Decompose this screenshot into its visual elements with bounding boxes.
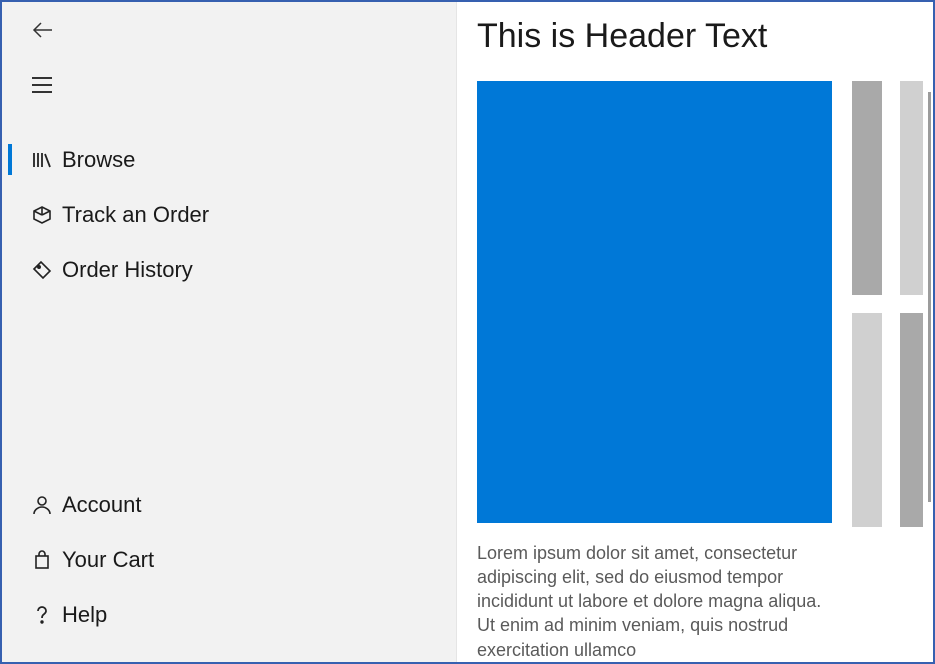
titlebar	[2, 2, 456, 57]
thumbnail-strip	[852, 81, 923, 662]
back-button[interactable]	[22, 10, 62, 50]
nav-items-bottom: Account Your Cart Help	[2, 477, 456, 662]
page-title: This is Header Text	[477, 17, 923, 56]
hamburger-row	[2, 57, 456, 112]
tag-icon	[22, 259, 62, 281]
hero-image-placeholder	[477, 81, 832, 523]
nav-items-top: Browse Track an Order Order History	[2, 112, 456, 477]
thumbnail-placeholder[interactable]	[852, 81, 882, 295]
nav-item-label: Browse	[62, 147, 135, 173]
thumbnail-placeholder[interactable]	[852, 313, 882, 527]
help-icon	[22, 604, 62, 626]
cart-icon	[22, 549, 62, 571]
nav-item-cart[interactable]: Your Cart	[2, 532, 456, 587]
main-column: Lorem ipsum dolor sit amet, consectetur …	[477, 81, 832, 662]
nav-item-order-history[interactable]: Order History	[2, 242, 456, 297]
nav-item-label: Account	[62, 492, 142, 518]
package-icon	[22, 204, 62, 226]
nav-item-label: Your Cart	[62, 547, 154, 573]
navigation-pane: Browse Track an Order Order History	[2, 2, 457, 662]
thumbnail-row	[852, 81, 923, 295]
back-arrow-icon	[30, 18, 54, 42]
thumbnail-row	[852, 313, 923, 527]
content-area: Lorem ipsum dolor sit amet, consectetur …	[477, 81, 923, 662]
scrollbar[interactable]	[928, 92, 931, 502]
nav-item-account[interactable]: Account	[2, 477, 456, 532]
body-text: Lorem ipsum dolor sit amet, consectetur …	[477, 541, 832, 662]
nav-item-help[interactable]: Help	[2, 587, 456, 642]
nav-item-label: Help	[62, 602, 107, 628]
nav-item-label: Track an Order	[62, 202, 209, 228]
thumbnail-placeholder[interactable]	[900, 313, 923, 527]
thumbnail-placeholder[interactable]	[900, 81, 923, 295]
hamburger-button[interactable]	[22, 65, 62, 105]
nav-item-label: Order History	[62, 257, 193, 283]
person-icon	[22, 494, 62, 516]
nav-item-browse[interactable]: Browse	[2, 132, 456, 187]
content-pane: This is Header Text Lorem ipsum dolor si…	[457, 2, 933, 662]
library-icon	[22, 149, 62, 171]
nav-item-track-order[interactable]: Track an Order	[2, 187, 456, 242]
hamburger-icon	[30, 75, 54, 95]
